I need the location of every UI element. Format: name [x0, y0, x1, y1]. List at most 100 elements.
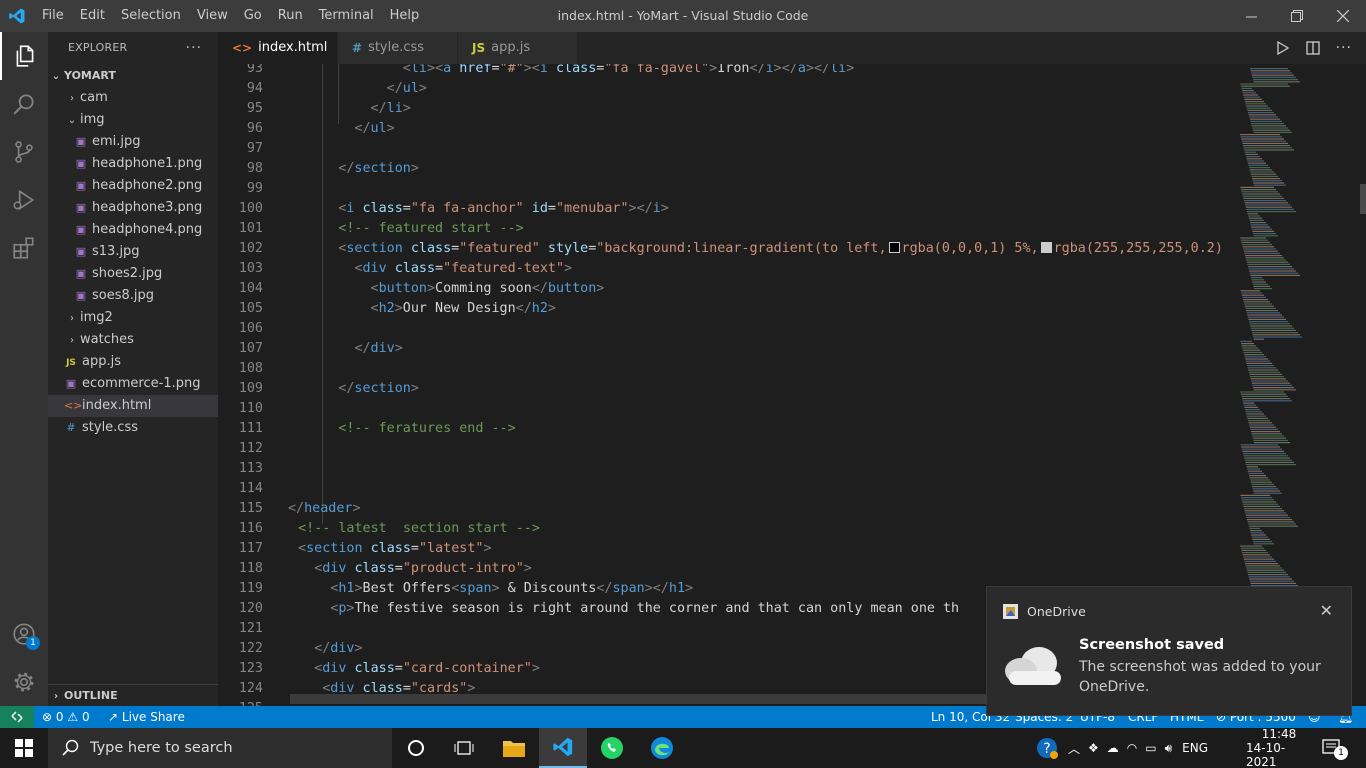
start-button[interactable]	[0, 728, 48, 768]
code-line[interactable]: 118 <div class="product-intro">	[218, 559, 1230, 579]
extensions-view-button[interactable]	[0, 224, 48, 272]
code-line[interactable]: 117 <section class="latest">	[218, 539, 1230, 559]
clock[interactable]: 11:48 14-10-2021	[1246, 727, 1312, 768]
tree-item[interactable]: ▣ shoes2.jpg	[48, 263, 218, 285]
menu-item-selection[interactable]: Selection	[113, 0, 189, 32]
run-icon[interactable]	[1276, 41, 1290, 55]
live-share-button[interactable]: ↗ Live Share	[108, 706, 185, 728]
file-explorer-button[interactable]	[490, 728, 538, 768]
code-line[interactable]: 99	[218, 179, 1230, 199]
color-swatch[interactable]	[888, 242, 900, 253]
code-text: </div>	[314, 641, 363, 656]
wifi-icon[interactable]: ◠	[1127, 741, 1137, 755]
menu-item-terminal[interactable]: Terminal	[311, 0, 382, 32]
tree-item[interactable]: ▣ s13.jpg	[48, 241, 218, 263]
tree-item[interactable]: # style.css	[48, 417, 218, 439]
code-line[interactable]: 95 </li>	[218, 99, 1230, 119]
cloud-icon	[1005, 647, 1061, 685]
menu-item-edit[interactable]: Edit	[72, 0, 113, 32]
tree-item[interactable]: ▣ soes8.jpg	[48, 285, 218, 307]
code-line[interactable]: 115 </header>	[218, 499, 1230, 519]
source-control-view-button[interactable]	[0, 128, 48, 176]
tree-item[interactable]: › img2	[48, 307, 218, 329]
tree-item[interactable]: ▣ headphone4.png	[48, 219, 218, 241]
code-line[interactable]: 98 </section>	[218, 159, 1230, 179]
tree-item[interactable]: ▣ headphone3.png	[48, 197, 218, 219]
code-line[interactable]: 109 </section>	[218, 379, 1230, 399]
remote-indicator[interactable]	[0, 706, 34, 728]
code-line[interactable]: 114	[218, 479, 1230, 499]
horizontal-scrollbar[interactable]	[290, 694, 990, 704]
accounts-button[interactable]: 1	[0, 610, 48, 658]
input-language[interactable]: ENG	[1182, 741, 1208, 755]
tree-item[interactable]: ▣ headphone2.png	[48, 175, 218, 197]
close-window-button[interactable]	[1320, 0, 1366, 32]
code-line[interactable]: 113	[218, 459, 1230, 479]
tree-item[interactable]: JS app.js	[48, 351, 218, 373]
outline-section[interactable]: › OUTLINE	[48, 684, 218, 706]
code-line[interactable]: 97	[218, 139, 1230, 159]
tab-label: index.html	[258, 40, 328, 55]
close-notification-icon[interactable]: ✕	[1320, 601, 1333, 620]
code-line[interactable]: 108	[218, 359, 1230, 379]
manage-button[interactable]	[0, 658, 48, 706]
vscode-taskbar-button[interactable]	[539, 728, 587, 768]
tab-style-css[interactable]: # style.css	[338, 32, 458, 64]
code-line[interactable]: 96 </ul>	[218, 119, 1230, 139]
code-line[interactable]: 100 <i class="fa fa-anchor" id="menubar">…	[218, 199, 1230, 219]
code-line[interactable]: 105 <h2>Our New Design</h2>	[218, 299, 1230, 319]
split-editor-icon[interactable]	[1305, 41, 1320, 55]
restore-button[interactable]	[1274, 0, 1320, 32]
dropbox-icon[interactable]: ❖	[1088, 741, 1099, 755]
tree-item[interactable]: › watches	[48, 329, 218, 351]
cloud-sync-icon[interactable]: ☁	[1107, 741, 1119, 755]
code-line[interactable]: 101 <!-- featured start -->	[218, 219, 1230, 239]
code-line[interactable]: 107 </div>	[218, 339, 1230, 359]
tree-item-label: headphone3.png	[92, 200, 203, 215]
code-line[interactable]: 102 <section class="featured" style="back…	[218, 239, 1230, 259]
editor-more-icon[interactable]: ···	[1336, 40, 1352, 56]
menu-item-run[interactable]: Run	[270, 0, 311, 32]
tree-item[interactable]: <>index.html	[48, 395, 218, 417]
chevron-up-icon[interactable]: ︿	[1068, 740, 1080, 757]
problems-indicator[interactable]: ⊗ 0 ⚠ 0	[42, 706, 90, 728]
more-actions-icon[interactable]: ···	[186, 32, 202, 64]
menu-item-help[interactable]: Help	[382, 0, 428, 32]
tab-index-html[interactable]: <>index.html✕	[218, 32, 348, 64]
help-icon[interactable]: ?	[1036, 737, 1058, 759]
tab-app-js[interactable]: JS app.js	[458, 32, 578, 64]
tree-item[interactable]: ▣ ecommerce-1.png	[48, 373, 218, 395]
code-line[interactable]: 110	[218, 399, 1230, 419]
color-swatch[interactable]	[1040, 242, 1052, 253]
task-view-button[interactable]	[440, 728, 488, 768]
code-line[interactable]: 116 <!-- latest section start -->	[218, 519, 1230, 539]
explorer-view-button[interactable]	[0, 32, 48, 80]
action-center-button[interactable]: 1	[1322, 728, 1348, 768]
menu-item-view[interactable]: View	[189, 0, 236, 32]
minimize-button[interactable]	[1228, 0, 1274, 32]
tree-item[interactable]: › cam	[48, 87, 218, 109]
whatsapp-button[interactable]	[588, 728, 636, 768]
taskbar-search[interactable]: Type here to search	[48, 728, 392, 768]
edge-button[interactable]	[638, 728, 686, 768]
code-line[interactable]: 93 <li><a href="#"><i class="fa fa-gavel…	[218, 64, 1230, 79]
code-line[interactable]: 111 <!-- feratures end -->	[218, 419, 1230, 439]
tree-item[interactable]: ▣ emi.jpg	[48, 131, 218, 153]
code-line[interactable]: 112	[218, 439, 1230, 459]
menu-item-file[interactable]: File	[34, 0, 72, 32]
project-folder[interactable]: ⌄ YOMART	[48, 65, 218, 87]
code-line[interactable]: 106	[218, 319, 1230, 339]
run-debug-view-button[interactable]	[0, 176, 48, 224]
code-line[interactable]: 103 <div class="featured-text">	[218, 259, 1230, 279]
tree-item[interactable]: ⌄ img	[48, 109, 218, 131]
tree-item[interactable]: ▣ headphone1.png	[48, 153, 218, 175]
cortana-button[interactable]	[392, 728, 440, 768]
battery-icon[interactable]: ▭	[1145, 741, 1156, 755]
onedrive-notification[interactable]: OneDrive ✕ Screenshot saved The screensh…	[986, 586, 1352, 716]
code-line[interactable]: 104 <button>Comming soon</button>	[218, 279, 1230, 299]
menu-item-go[interactable]: Go	[236, 0, 270, 32]
code-line[interactable]: 94 </ul>	[218, 79, 1230, 99]
code-text: <!-- latest section start -->	[298, 521, 540, 536]
volume-icon[interactable]: 🔊︎	[1165, 741, 1173, 756]
search-view-button[interactable]	[0, 80, 48, 128]
